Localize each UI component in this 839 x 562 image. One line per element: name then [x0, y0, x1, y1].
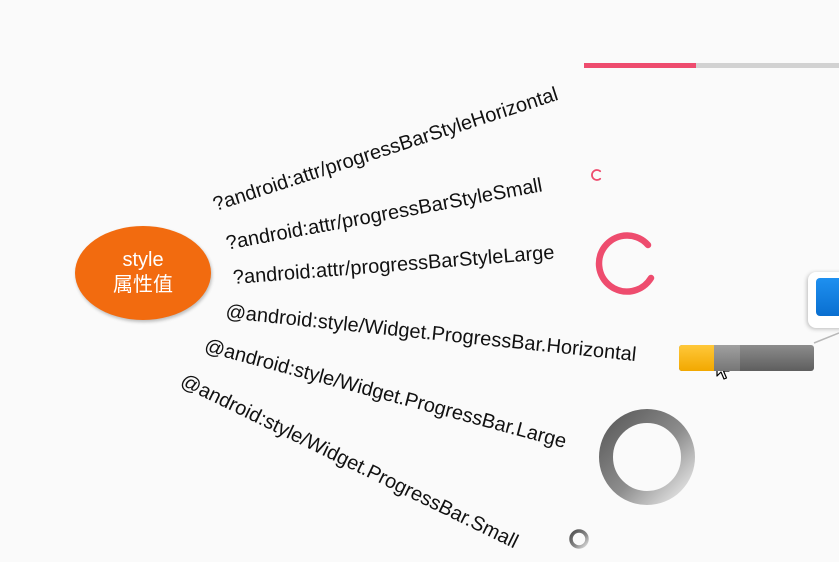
material-large-spinner	[595, 232, 655, 295]
classic-large-spinner	[599, 409, 695, 505]
callout-blue-button	[816, 278, 839, 316]
material-small-spinner	[591, 169, 602, 181]
style-attribute-node: style 属性值	[75, 226, 211, 320]
widget-horizontal-primary-progress	[679, 345, 715, 371]
node-title: style	[122, 249, 164, 271]
classic-small-spinner	[569, 529, 589, 549]
material-horizontal-progress-fill	[584, 63, 696, 68]
node-subtitle: 属性值	[113, 274, 173, 296]
label-progressbar-style-large: ?android:attr/progressBarStyleLarge	[232, 241, 556, 289]
widget-horizontal-progressbar	[679, 345, 814, 371]
material-horizontal-progressbar	[584, 63, 839, 68]
callout-box	[808, 272, 839, 328]
